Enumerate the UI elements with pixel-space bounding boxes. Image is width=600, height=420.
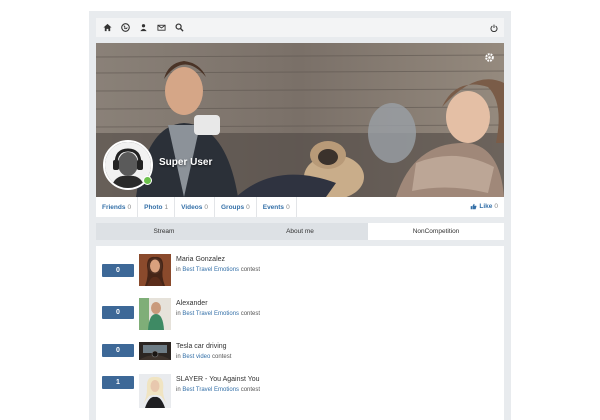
- vote-count-button[interactable]: 1: [102, 376, 134, 389]
- profile-stats-bar: Friends 0 Photo 1 Videos 0 Groups 0 Even…: [96, 197, 504, 217]
- contest-link[interactable]: Best Travel Emotions: [182, 311, 239, 317]
- contest-entries-list: 0 Maria Gonzalez in Best Travel Emotions…: [96, 246, 504, 420]
- home-icon[interactable]: [100, 21, 114, 35]
- globe-icon[interactable]: [118, 21, 132, 35]
- thumbs-up-icon: [471, 203, 477, 210]
- gear-icon[interactable]: [484, 52, 495, 63]
- like-button[interactable]: Like 0: [470, 203, 498, 210]
- envelope-icon[interactable]: [154, 21, 168, 35]
- online-status-dot: [143, 176, 152, 185]
- stat-videos[interactable]: Videos 0: [175, 197, 215, 217]
- stat-groups[interactable]: Groups 0: [215, 197, 257, 217]
- list-item: 0 Maria Gonzalez in Best Travel Emotions…: [96, 254, 504, 290]
- tab-about-me[interactable]: About me: [232, 223, 368, 240]
- entry-contest-line: in Best Travel Emotions contest: [176, 311, 261, 317]
- tab-noncompetition[interactable]: NonCompetition: [368, 223, 504, 240]
- stat-photo[interactable]: Photo 1: [138, 197, 176, 217]
- vote-count-button[interactable]: 0: [102, 264, 134, 277]
- contest-link[interactable]: Best Travel Emotions: [182, 387, 239, 393]
- entry-thumbnail[interactable]: [139, 342, 171, 360]
- entry-title[interactable]: Tesla car driving: [176, 343, 227, 350]
- top-navbar: [96, 18, 504, 37]
- profile-tabs: Stream About me NonCompetition: [96, 223, 504, 240]
- tab-stream[interactable]: Stream: [96, 223, 232, 240]
- entry-title[interactable]: Maria Gonzalez: [176, 256, 225, 263]
- entry-contest-line: in Best video contest: [176, 354, 232, 360]
- list-item: 1 SLAYER - You Against You in Best Trave…: [96, 374, 504, 410]
- entry-contest-line: in Best Travel Emotions contest: [176, 387, 261, 393]
- list-item: 0 Alexander in Best Travel Emotions cont…: [96, 298, 504, 334]
- vote-count-button[interactable]: 0: [102, 306, 134, 319]
- contest-link[interactable]: Best video: [182, 354, 210, 360]
- entry-title[interactable]: Alexander: [176, 300, 208, 307]
- vote-count-button[interactable]: 0: [102, 344, 134, 357]
- entry-contest-line: in Best Travel Emotions contest: [176, 267, 261, 273]
- entry-thumbnail[interactable]: [139, 298, 171, 330]
- power-icon[interactable]: [488, 22, 499, 33]
- contest-link[interactable]: Best Travel Emotions: [182, 267, 239, 273]
- cover-photo: Super User: [96, 43, 504, 197]
- stat-friends[interactable]: Friends 0: [96, 197, 139, 217]
- entry-thumbnail[interactable]: [139, 254, 171, 286]
- list-item: 0 Tesla car driving in Best video contes…: [96, 342, 504, 378]
- entry-title[interactable]: SLAYER - You Against You: [176, 376, 260, 383]
- stat-events[interactable]: Events 0: [257, 197, 297, 217]
- profile-name: Super User: [159, 157, 213, 168]
- entry-thumbnail[interactable]: [139, 374, 171, 408]
- search-icon[interactable]: [172, 21, 186, 35]
- users-icon[interactable]: [136, 21, 150, 35]
